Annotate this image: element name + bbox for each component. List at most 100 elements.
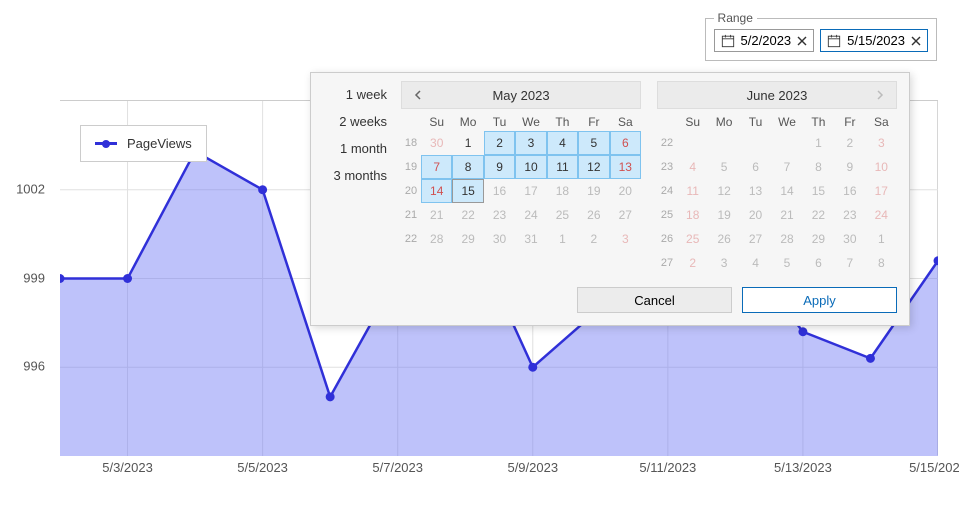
chart-marker[interactable] [528, 363, 537, 372]
calendar-day[interactable]: 23 [484, 203, 515, 227]
calendar-day[interactable]: 3 [610, 227, 641, 251]
range-end-field[interactable]: 5/15/2023 [820, 29, 928, 52]
calendar-day[interactable]: 3 [515, 131, 546, 155]
chart-marker[interactable] [326, 392, 335, 401]
calendar-day[interactable]: 25 [547, 203, 578, 227]
calendar-day[interactable]: 5 [708, 155, 739, 179]
calendar-day[interactable]: 1 [547, 227, 578, 251]
calendar-day[interactable]: 17 [515, 179, 546, 203]
calendar-day[interactable]: 1 [452, 131, 483, 155]
chart-marker[interactable] [798, 327, 807, 336]
apply-button[interactable]: Apply [742, 287, 897, 313]
legend[interactable]: PageViews [80, 125, 207, 162]
calendar-day[interactable]: 9 [834, 155, 865, 179]
calendar-day[interactable]: 30 [834, 227, 865, 251]
calendar-day[interactable]: 10 [866, 155, 897, 179]
calendar-day[interactable]: 12 [708, 179, 739, 203]
preset-option[interactable]: 1 month [311, 135, 397, 162]
calendar-day[interactable]: 11 [677, 179, 708, 203]
calendar-day[interactable]: 10 [515, 155, 546, 179]
calendar-day[interactable]: 5 [578, 131, 609, 155]
calendar-day[interactable]: 16 [834, 179, 865, 203]
calendar-day[interactable]: 31 [515, 227, 546, 251]
calendar-day[interactable]: 4 [740, 251, 771, 275]
preset-option[interactable]: 2 weeks [311, 108, 397, 135]
calendar-day[interactable]: 2 [834, 131, 865, 155]
calendar-day[interactable]: 15 [452, 179, 483, 203]
range-start-field[interactable]: 5/2/2023 [714, 29, 815, 52]
calendar-day[interactable]: 6 [610, 131, 641, 155]
calendar-day[interactable]: 28 [771, 227, 802, 251]
calendar-day[interactable]: 30 [421, 131, 452, 155]
x-tick-label: 5/5/2023 [237, 460, 288, 475]
calendar-day[interactable]: 8 [866, 251, 897, 275]
calendar-day[interactable]: 26 [578, 203, 609, 227]
calendar-day[interactable]: 13 [740, 179, 771, 203]
calendar-day[interactable]: 12 [578, 155, 609, 179]
cancel-button[interactable]: Cancel [577, 287, 732, 313]
calendar-day[interactable]: 18 [677, 203, 708, 227]
chart-marker[interactable] [866, 354, 875, 363]
calendar-day[interactable]: 24 [515, 203, 546, 227]
calendar-day[interactable]: 21 [421, 203, 452, 227]
calendar-day[interactable]: 3 [866, 131, 897, 155]
calendar-day[interactable]: 6 [803, 251, 834, 275]
calendar-day[interactable]: 29 [803, 227, 834, 251]
calendar-day[interactable]: 16 [484, 179, 515, 203]
calendar-day[interactable]: 13 [610, 155, 641, 179]
weekday-header: Mo [452, 115, 483, 129]
calendar-day[interactable]: 7 [421, 155, 452, 179]
chart-marker[interactable] [934, 256, 939, 265]
calendar-day[interactable]: 25 [677, 227, 708, 251]
calendar-day[interactable]: 30 [484, 227, 515, 251]
calendar-day[interactable]: 24 [866, 203, 897, 227]
calendar-day[interactable]: 27 [740, 227, 771, 251]
calendar-day[interactable]: 11 [547, 155, 578, 179]
calendar-day[interactable]: 4 [677, 155, 708, 179]
calendar-day[interactable]: 6 [740, 155, 771, 179]
calendar-day[interactable]: 5 [771, 251, 802, 275]
x-tick-label: 5/7/2023 [372, 460, 423, 475]
calendar-day[interactable]: 1 [866, 227, 897, 251]
calendar-day[interactable]: 21 [771, 203, 802, 227]
calendar-day[interactable]: 22 [803, 203, 834, 227]
weekday-header: We [771, 115, 802, 129]
x-tick-label: 5/3/2023 [102, 460, 153, 475]
preset-option[interactable]: 1 week [311, 81, 397, 108]
calendar-day[interactable]: 23 [834, 203, 865, 227]
calendar-day[interactable]: 2 [677, 251, 708, 275]
clear-end-icon[interactable] [911, 36, 921, 46]
calendar-day[interactable]: 29 [452, 227, 483, 251]
calendar-day[interactable]: 2 [578, 227, 609, 251]
calendar-day[interactable]: 7 [834, 251, 865, 275]
calendar-day[interactable]: 14 [771, 179, 802, 203]
calendar-day[interactable]: 15 [803, 179, 834, 203]
calendar-day[interactable]: 22 [452, 203, 483, 227]
calendar-day[interactable]: 4 [547, 131, 578, 155]
calendar-day[interactable]: 26 [708, 227, 739, 251]
calendar-day[interactable]: 8 [803, 155, 834, 179]
calendar-day[interactable]: 14 [421, 179, 452, 203]
calendar-day[interactable]: 19 [708, 203, 739, 227]
calendar-day[interactable]: 3 [708, 251, 739, 275]
calendar-day[interactable]: 18 [547, 179, 578, 203]
weekday-header: Su [421, 115, 452, 129]
calendar-day[interactable]: 9 [484, 155, 515, 179]
x-tick-label: 5/15/2023 [909, 460, 959, 475]
next-month-button[interactable] [870, 85, 890, 105]
calendar-day[interactable]: 17 [866, 179, 897, 203]
preset-option[interactable]: 3 months [311, 162, 397, 189]
clear-start-icon[interactable] [797, 36, 807, 46]
chart-marker[interactable] [123, 274, 132, 283]
calendar-day[interactable]: 1 [803, 131, 834, 155]
calendar-day[interactable]: 8 [452, 155, 483, 179]
calendar-day[interactable]: 28 [421, 227, 452, 251]
calendar-day[interactable]: 19 [578, 179, 609, 203]
chart-marker[interactable] [258, 185, 267, 194]
calendar-day[interactable]: 20 [610, 179, 641, 203]
calendar-day[interactable]: 27 [610, 203, 641, 227]
prev-month-button[interactable] [408, 85, 428, 105]
calendar-day[interactable]: 20 [740, 203, 771, 227]
calendar-day[interactable]: 7 [771, 155, 802, 179]
calendar-day[interactable]: 2 [484, 131, 515, 155]
